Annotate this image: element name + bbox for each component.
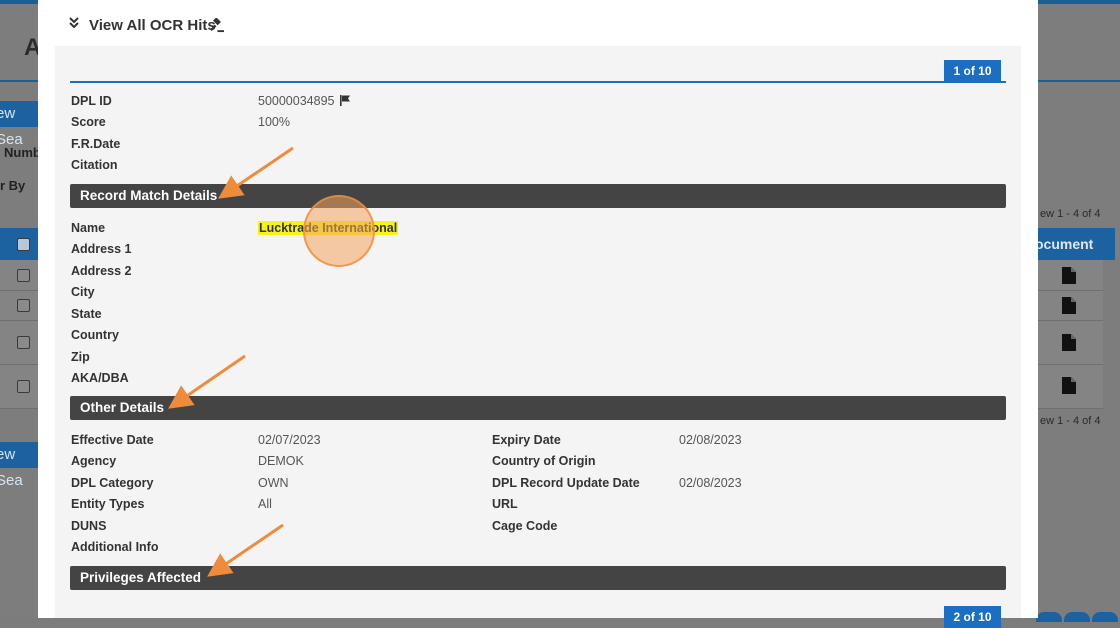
annotation-arrow bbox=[168, 354, 246, 409]
annotation-arrow bbox=[218, 146, 294, 199]
annotation-arrow bbox=[207, 523, 284, 577]
annotation-arrows bbox=[168, 146, 294, 577]
